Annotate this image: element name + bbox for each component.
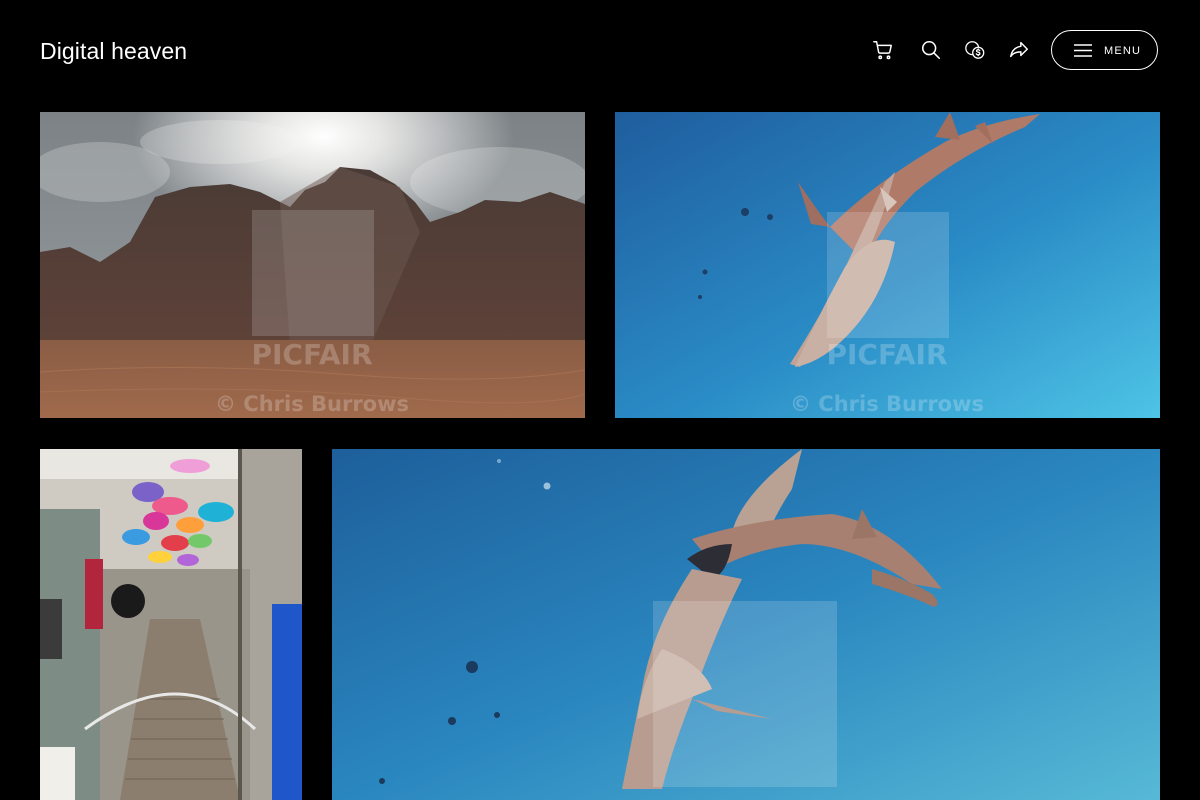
watermark-credit: © Chris Burrows — [214, 392, 410, 416]
watermark-logo — [653, 601, 837, 787]
watermark-brand: PICFAIR — [826, 338, 948, 371]
umbrella-alley-image — [40, 449, 302, 800]
cart-button[interactable] — [869, 36, 897, 64]
currency-icon — [965, 41, 985, 59]
watermark-logo — [252, 210, 374, 336]
photo-desert-mountains[interactable]: PICFAIR © Chris Burrows — [40, 112, 585, 418]
site-header: Digital heaven MENU — [0, 0, 1200, 100]
search-icon — [921, 40, 941, 60]
hamburger-icon — [1074, 44, 1092, 57]
share-icon — [1010, 41, 1028, 58]
menu-button[interactable]: MENU — [1051, 30, 1158, 70]
watermark-credit: © Chris Burrows — [789, 392, 985, 416]
menu-label: MENU — [1104, 45, 1142, 57]
watermark-brand: PICFAIR — [251, 338, 373, 371]
photo-umbrella-alley[interactable] — [40, 449, 302, 800]
site-title[interactable]: Digital heaven — [40, 36, 187, 66]
share-button[interactable] — [1005, 36, 1033, 64]
currency-button[interactable] — [961, 36, 989, 64]
watermark-logo — [827, 212, 949, 338]
search-button[interactable] — [917, 36, 945, 64]
photo-sharks[interactable]: PICFAIR © Chris Burrows — [615, 112, 1160, 418]
photo-shark-large[interactable] — [332, 449, 1160, 800]
cart-icon — [873, 41, 892, 60]
